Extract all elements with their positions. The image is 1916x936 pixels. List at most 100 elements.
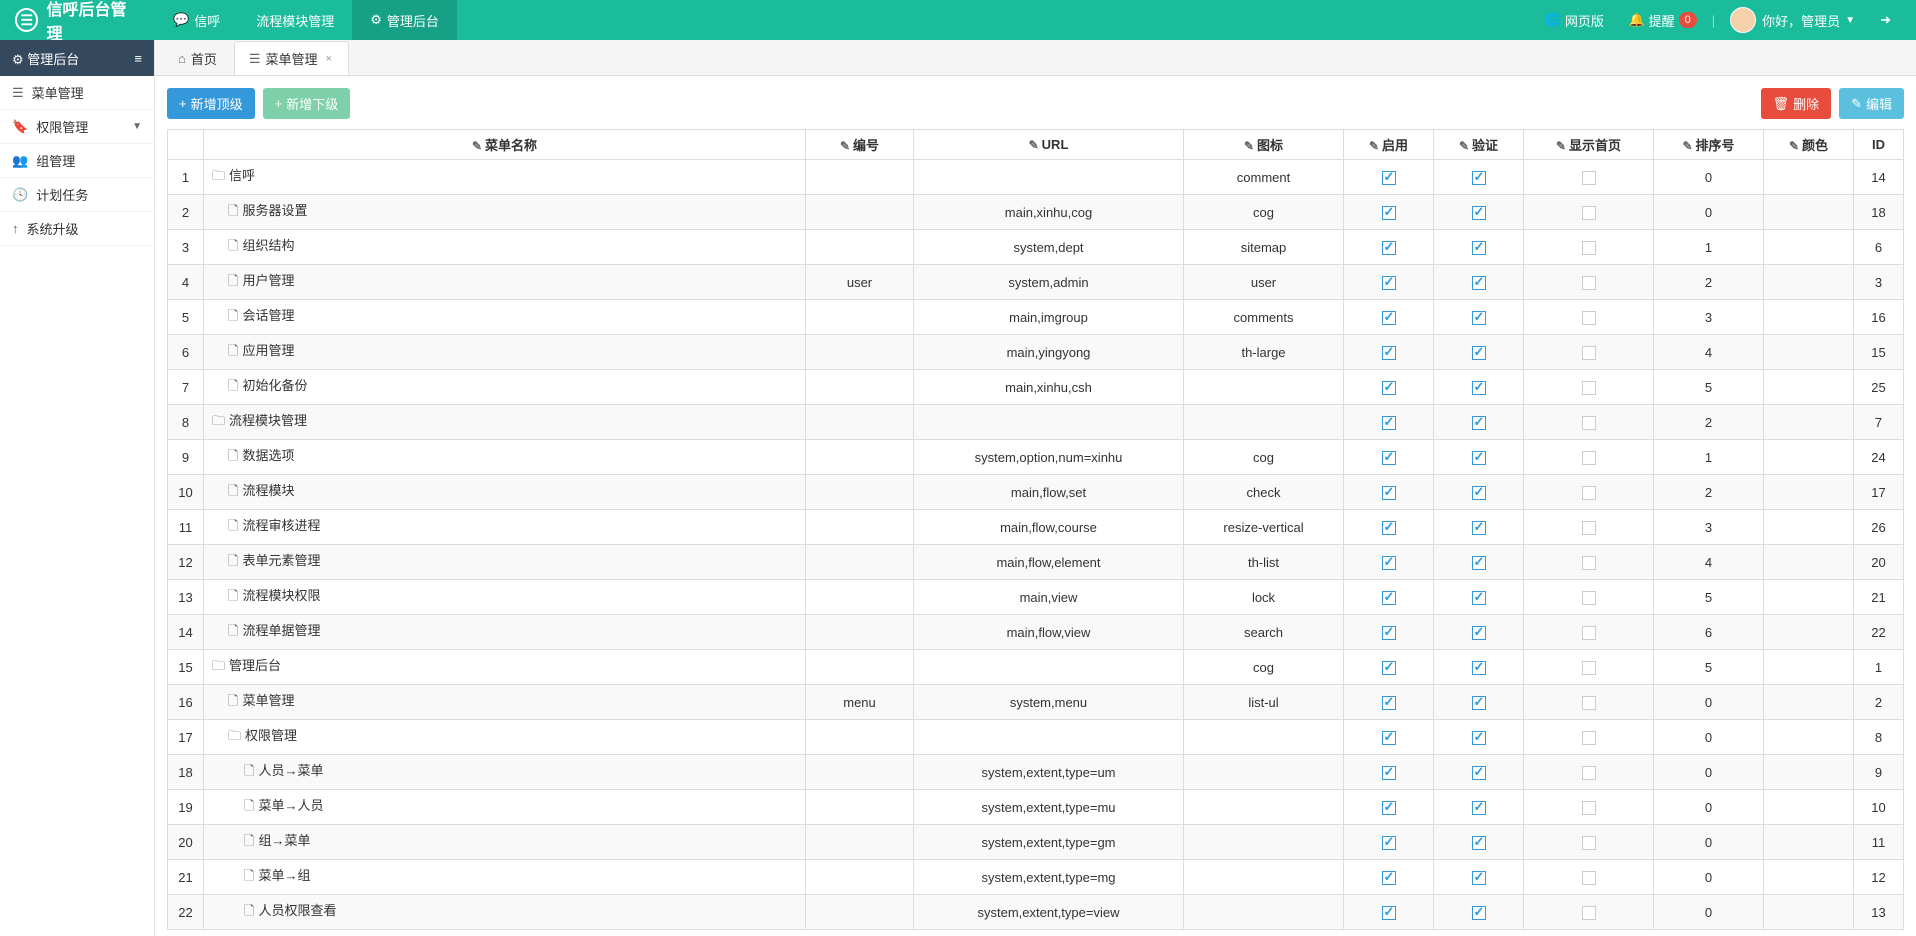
user-menu[interactable]: 你好，管理员 ▼: [1720, 0, 1865, 40]
checkbox[interactable]: [1472, 696, 1486, 710]
table-row[interactable]: 2🗋服务器设置main,xinhu,cogcog018: [168, 195, 1904, 230]
cell-sort[interactable]: 1: [1654, 440, 1764, 475]
cell-name[interactable]: 🗋应用管理: [204, 335, 806, 370]
cell-icon[interactable]: comments: [1184, 300, 1344, 335]
table-row[interactable]: 17🗀权限管理08: [168, 720, 1904, 755]
cell-color[interactable]: [1764, 230, 1854, 265]
cell-name[interactable]: 🗋人员权限查看: [204, 895, 806, 930]
edit-button[interactable]: ✎编辑: [1839, 88, 1904, 119]
cell-code[interactable]: [806, 720, 914, 755]
cell-url[interactable]: [914, 405, 1184, 440]
add-sub-button[interactable]: +新增下级: [263, 88, 351, 119]
cell-name[interactable]: 🗋菜单管理: [204, 685, 806, 720]
cell-name[interactable]: 🗋人员→菜单: [204, 755, 806, 790]
checkbox[interactable]: [1472, 521, 1486, 535]
checkbox[interactable]: [1582, 836, 1596, 850]
topnav-item[interactable]: 💬信呼: [155, 0, 238, 40]
cell-color[interactable]: [1764, 685, 1854, 720]
cell-code[interactable]: [806, 650, 914, 685]
cell-code[interactable]: [806, 545, 914, 580]
cell-name[interactable]: 🗀信呼: [204, 160, 806, 195]
cell-sort[interactable]: 6: [1654, 615, 1764, 650]
web-version-link[interactable]: 🌐 网页版: [1535, 0, 1614, 40]
cell-url[interactable]: [914, 650, 1184, 685]
cell-name[interactable]: 🗀管理后台: [204, 650, 806, 685]
tab[interactable]: ⌂首页: [163, 41, 232, 75]
th-code[interactable]: ✎编号: [806, 130, 914, 160]
table-row[interactable]: 7🗋初始化备份main,xinhu,csh525: [168, 370, 1904, 405]
cell-sort[interactable]: 0: [1654, 895, 1764, 930]
cell-code[interactable]: [806, 230, 914, 265]
cell-icon[interactable]: [1184, 895, 1344, 930]
table-row[interactable]: 11🗋流程审核进程main,flow,courseresize-vertical…: [168, 510, 1904, 545]
cell-sort[interactable]: 2: [1654, 405, 1764, 440]
cell-color[interactable]: [1764, 440, 1854, 475]
cell-color[interactable]: [1764, 160, 1854, 195]
checkbox[interactable]: [1472, 171, 1486, 185]
cell-sort[interactable]: 5: [1654, 580, 1764, 615]
th-icon[interactable]: ✎图标: [1184, 130, 1344, 160]
checkbox[interactable]: [1382, 486, 1396, 500]
checkbox[interactable]: [1472, 556, 1486, 570]
th-name[interactable]: ✎菜单名称: [204, 130, 806, 160]
sidebar-item[interactable]: 🕓计划任务: [0, 178, 154, 212]
cell-sort[interactable]: 4: [1654, 335, 1764, 370]
cell-name[interactable]: 🗋流程审核进程: [204, 510, 806, 545]
cell-icon[interactable]: th-list: [1184, 545, 1344, 580]
table-row[interactable]: 8🗀流程模块管理27: [168, 405, 1904, 440]
checkbox[interactable]: [1582, 276, 1596, 290]
checkbox[interactable]: [1582, 311, 1596, 325]
cell-code[interactable]: menu: [806, 685, 914, 720]
checkbox[interactable]: [1582, 346, 1596, 360]
checkbox[interactable]: [1382, 206, 1396, 220]
cell-code[interactable]: [806, 790, 914, 825]
cell-url[interactable]: system,extent,type=mg: [914, 860, 1184, 895]
table-row[interactable]: 6🗋应用管理main,yingyongth-large415: [168, 335, 1904, 370]
cell-sort[interactable]: 0: [1654, 720, 1764, 755]
checkbox[interactable]: [1582, 521, 1596, 535]
cell-name[interactable]: 🗋用户管理: [204, 265, 806, 300]
cell-color[interactable]: [1764, 580, 1854, 615]
checkbox[interactable]: [1582, 696, 1596, 710]
checkbox[interactable]: [1472, 241, 1486, 255]
cell-icon[interactable]: [1184, 720, 1344, 755]
checkbox[interactable]: [1382, 731, 1396, 745]
cell-code[interactable]: [806, 405, 914, 440]
cell-icon[interactable]: [1184, 825, 1344, 860]
checkbox[interactable]: [1582, 661, 1596, 675]
cell-name[interactable]: 🗀流程模块管理: [204, 405, 806, 440]
tab[interactable]: ☰菜单管理×: [234, 41, 349, 75]
cell-url[interactable]: main,view: [914, 580, 1184, 615]
cell-sort[interactable]: 0: [1654, 860, 1764, 895]
cell-name[interactable]: 🗋流程模块: [204, 475, 806, 510]
cell-sort[interactable]: 0: [1654, 790, 1764, 825]
cell-sort[interactable]: 3: [1654, 300, 1764, 335]
th-sort[interactable]: ✎排序号: [1654, 130, 1764, 160]
checkbox[interactable]: [1382, 871, 1396, 885]
checkbox[interactable]: [1382, 591, 1396, 605]
cell-url[interactable]: main,yingyong: [914, 335, 1184, 370]
remind-link[interactable]: 🔔 提醒 0: [1619, 0, 1707, 40]
checkbox[interactable]: [1582, 451, 1596, 465]
sidebar-item[interactable]: 🔖权限管理▼: [0, 110, 154, 144]
cell-name[interactable]: 🗋菜单→人员: [204, 790, 806, 825]
table-row[interactable]: 15🗀管理后台cog51: [168, 650, 1904, 685]
cell-icon[interactable]: search: [1184, 615, 1344, 650]
cell-color[interactable]: [1764, 860, 1854, 895]
cell-sort[interactable]: 2: [1654, 265, 1764, 300]
checkbox[interactable]: [1382, 171, 1396, 185]
table-row[interactable]: 20🗋组→菜单system,extent,type=gm011: [168, 825, 1904, 860]
th-color[interactable]: ✎颜色: [1764, 130, 1854, 160]
checkbox[interactable]: [1582, 171, 1596, 185]
checkbox[interactable]: [1472, 416, 1486, 430]
checkbox[interactable]: [1582, 486, 1596, 500]
cell-code[interactable]: [806, 335, 914, 370]
checkbox[interactable]: [1582, 801, 1596, 815]
cell-icon[interactable]: cog: [1184, 195, 1344, 230]
topnav-item[interactable]: ⚙管理后台: [352, 0, 457, 40]
checkbox[interactable]: [1382, 451, 1396, 465]
cell-url[interactable]: main,imgroup: [914, 300, 1184, 335]
cell-icon[interactable]: [1184, 755, 1344, 790]
cell-icon[interactable]: lock: [1184, 580, 1344, 615]
table-row[interactable]: 12🗋表单元素管理main,flow,elementth-list420: [168, 545, 1904, 580]
